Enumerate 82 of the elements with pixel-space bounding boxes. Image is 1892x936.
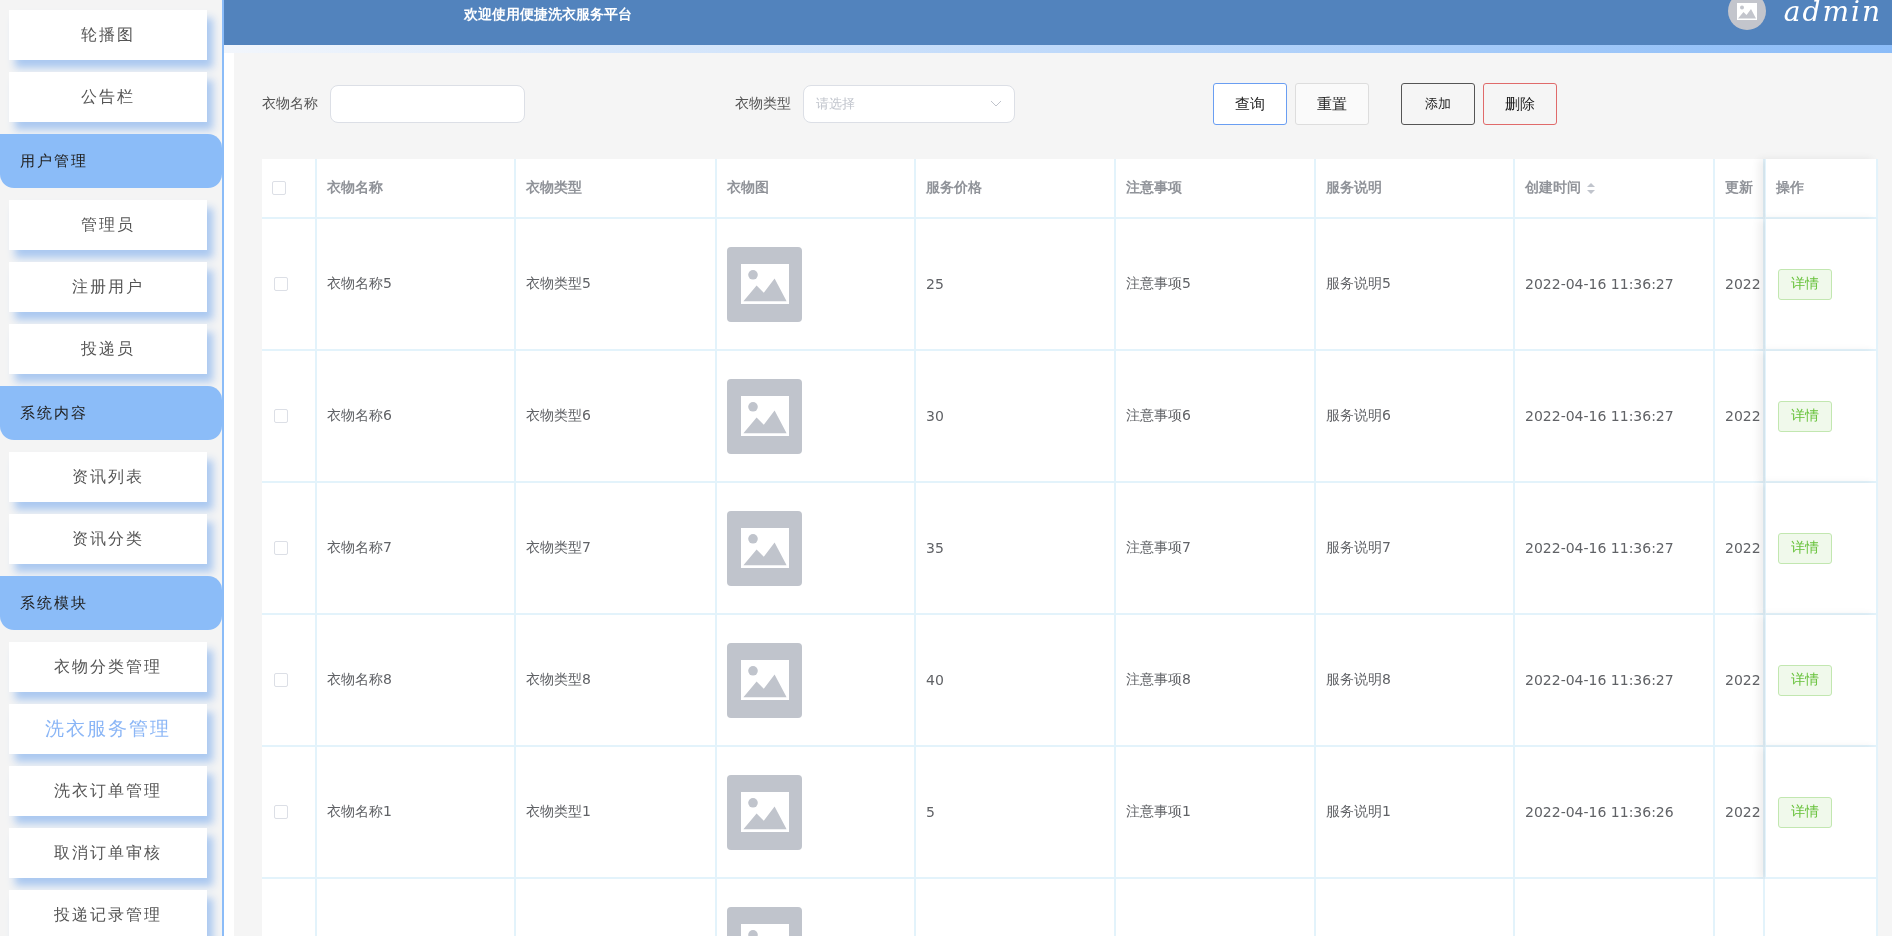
sidebar-item[interactable]: 轮播图: [9, 10, 207, 60]
table-cell: 衣物类型5: [526, 275, 591, 293]
table-cell: 2022-04-16 11:36:27: [1525, 408, 1674, 424]
filter-label: 衣物类型: [735, 95, 791, 113]
column-header: 服务说明: [1326, 179, 1382, 197]
table-cell: 衣物类型6: [526, 407, 591, 425]
table-cell: 注意事项1: [1126, 803, 1191, 821]
user-name: admin: [1783, 0, 1882, 28]
table-cell: 25: [926, 276, 944, 292]
sidebar-item[interactable]: 资讯分类: [9, 514, 207, 564]
table-cell: 衣物名称6: [327, 407, 392, 425]
checkbox[interactable]: [274, 277, 288, 291]
table-cell: 40: [926, 672, 944, 688]
sidebar-item[interactable]: 衣物分类管理: [9, 642, 207, 692]
sidebar-item[interactable]: 管理员: [9, 200, 207, 250]
sidebar-item[interactable]: 洗衣订单管理: [9, 766, 207, 816]
action-button[interactable]: 重置: [1295, 83, 1369, 125]
image-icon: [740, 395, 789, 437]
sidebar-item[interactable]: 公告栏: [9, 72, 207, 122]
sidebar-item[interactable]: 取消订单审核: [9, 828, 207, 878]
column-header: 更新: [1725, 179, 1753, 197]
table-cell: 2022: [1725, 672, 1761, 688]
column-header: 创建时间: [1525, 179, 1581, 197]
avatar[interactable]: [1727, 0, 1766, 30]
chevron-icon: [990, 100, 1002, 108]
column-header: 注意事项: [1126, 179, 1182, 197]
table-cell: 2022: [1725, 540, 1761, 556]
table-cell: 2022: [1725, 408, 1761, 424]
checkbox[interactable]: [274, 541, 288, 555]
table-cell: 衣物类型7: [526, 539, 591, 557]
image-icon: [740, 659, 789, 701]
table-cell: 2022-04-16 11:36:27: [1525, 540, 1674, 556]
column-header: 衣物名称: [327, 179, 383, 197]
sidebar-group[interactable]: 用户管理: [0, 134, 222, 188]
sidebar-item[interactable]: 投递记录管理: [9, 890, 207, 936]
table-cell: 35: [926, 540, 944, 556]
table-cell: 注意事项8: [1126, 671, 1191, 689]
action-button[interactable]: 添加: [1401, 83, 1475, 125]
action-button[interactable]: 删除: [1483, 83, 1557, 125]
column-header: 服务价格: [926, 179, 982, 197]
table-cell: 2022-04-16 11:36:27: [1525, 672, 1674, 688]
table-cell: 服务说明7: [1326, 539, 1391, 557]
checkbox[interactable]: [272, 181, 286, 195]
sort-icon[interactable]: [1587, 182, 1595, 194]
table-cell: 衣物类型8: [526, 671, 591, 689]
image-icon: [1736, 2, 1757, 20]
table-cell: 2022: [1725, 804, 1761, 820]
table-cell: 衣物名称8: [327, 671, 392, 689]
image-icon: [740, 791, 789, 833]
table-cell: 衣物名称7: [327, 539, 392, 557]
checkbox[interactable]: [274, 409, 288, 423]
table-cell: 服务说明5: [1326, 275, 1391, 293]
table-cell: 2022-04-16 11:36:27: [1525, 276, 1674, 292]
table-cell: 注意事项7: [1126, 539, 1191, 557]
checkbox[interactable]: [274, 673, 288, 687]
table-cell: 5: [926, 804, 935, 820]
sidebar-item[interactable]: 资讯列表: [9, 452, 207, 502]
column-header: 衣物类型: [526, 179, 582, 197]
column-header: 操作: [1776, 179, 1804, 197]
sidebar-item[interactable]: 注册用户: [9, 262, 207, 312]
table-cell: 服务说明6: [1326, 407, 1391, 425]
table-cell: 注意事项5: [1126, 275, 1191, 293]
checkbox[interactable]: [274, 805, 288, 819]
table-cell: 注意事项6: [1126, 407, 1191, 425]
image-icon: [740, 527, 789, 569]
input-field[interactable]: [330, 85, 525, 123]
table-cell: 服务说明1: [1326, 803, 1391, 821]
action-button[interactable]: 查询: [1213, 83, 1287, 125]
column-header: 衣物图: [727, 179, 769, 197]
table-cell: 衣物名称1: [327, 803, 392, 821]
image-icon: [740, 263, 789, 305]
site-title: 欢迎使用便捷洗衣服务平台: [464, 6, 632, 24]
table-cell: 衣物名称5: [327, 275, 392, 293]
table-cell: 2022-04-16 11:36:26: [1525, 804, 1674, 820]
sidebar-item[interactable]: 投递员: [9, 324, 207, 374]
filter-label: 衣物名称: [262, 95, 318, 113]
sidebar-group[interactable]: 系统模块: [0, 576, 222, 630]
table-cell: 2022: [1725, 276, 1761, 292]
table-cell: 服务说明8: [1326, 671, 1391, 689]
table-cell: 30: [926, 408, 944, 424]
table-cell: 衣物类型1: [526, 803, 591, 821]
sidebar-group[interactable]: 系统内容: [0, 386, 222, 440]
